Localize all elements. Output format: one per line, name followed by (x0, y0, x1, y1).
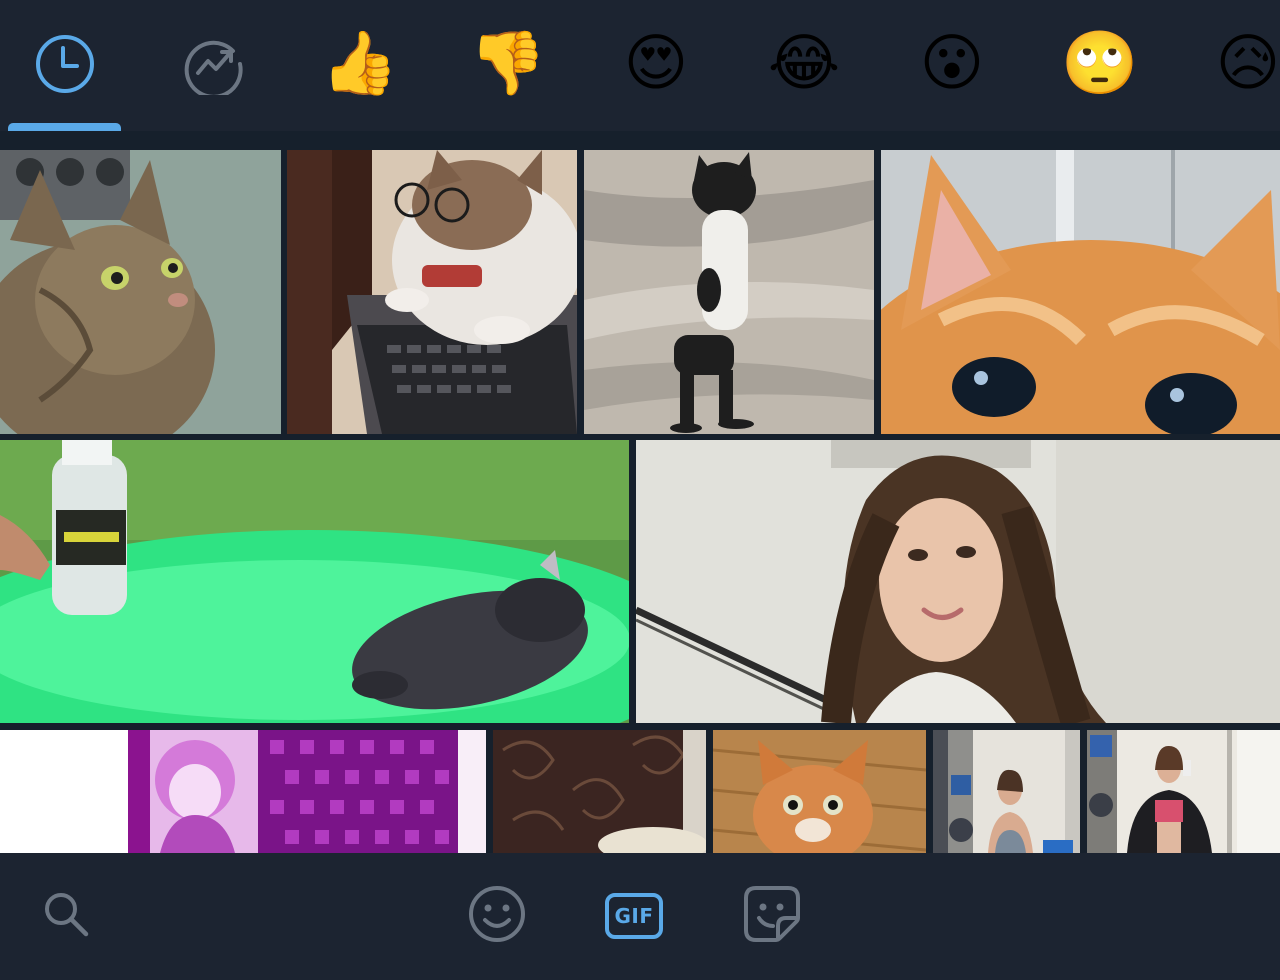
category-thumbs-up[interactable]: 👍 (295, 0, 425, 131)
category-recent[interactable] (0, 0, 130, 131)
category-bar: 👍 👎 😍 😂 😮 🙄 😥 (0, 0, 1280, 132)
category-sad-sweat[interactable]: 😥 (1183, 0, 1280, 131)
category-heart-eyes[interactable]: 😍 (591, 0, 721, 131)
gif-tile-orange-cat[interactable] (713, 730, 926, 853)
category-trending[interactable] (148, 0, 278, 131)
gif-tile-mirror-selfie[interactable] (933, 730, 1080, 853)
gif-tile-woman-pink-top[interactable] (1087, 730, 1280, 853)
gif-tile-standing-cat[interactable] (584, 150, 874, 434)
gif-tile-orange-kitten[interactable] (881, 150, 1280, 434)
smiley-icon (467, 884, 527, 948)
category-eye-roll[interactable]: 🙄 (1035, 0, 1165, 131)
thumbs-up-icon: 👍 (321, 25, 399, 99)
thumbs-down-icon: 👎 (469, 25, 547, 99)
selected-category-indicator (8, 123, 121, 131)
gif-tab[interactable]: GIF (599, 881, 669, 951)
tears-of-joy-icon: 😂 (767, 25, 841, 99)
gif-tile-cat-sliding-table[interactable] (0, 440, 629, 723)
trending-icon (182, 33, 244, 99)
gif-tile-smiling-woman[interactable] (636, 440, 1280, 723)
gif-tile-cat-with-glasses[interactable] (287, 150, 577, 434)
surprised-face-icon: 😮 (919, 25, 985, 99)
gif-tile-wallpaper-cat[interactable] (493, 730, 706, 853)
gif-grid (0, 131, 1280, 853)
gif-tile-anime-girl[interactable] (0, 730, 486, 853)
category-tears-of-joy[interactable]: 😂 (739, 0, 869, 131)
gif-icon: GIF (605, 893, 663, 939)
stickers-tab[interactable] (737, 881, 807, 951)
emoji-tab[interactable] (462, 881, 532, 951)
bottom-tab-bar: GIF (0, 853, 1280, 980)
sticker-icon (742, 884, 802, 948)
sad-sweat-icon: 😥 (1215, 25, 1280, 99)
gif-tile-tabby-cat[interactable] (0, 150, 281, 434)
heart-eyes-icon: 😍 (623, 25, 689, 99)
category-thumbs-down[interactable]: 👎 (443, 0, 573, 131)
search-icon (40, 888, 92, 944)
gif-panel: 👍 👎 😍 😂 😮 🙄 😥 GIF (0, 0, 1280, 980)
eye-roll-icon: 🙄 (1061, 25, 1139, 99)
clock-icon (34, 33, 96, 99)
search-button[interactable] (31, 881, 101, 951)
category-surprised[interactable]: 😮 (887, 0, 1017, 131)
